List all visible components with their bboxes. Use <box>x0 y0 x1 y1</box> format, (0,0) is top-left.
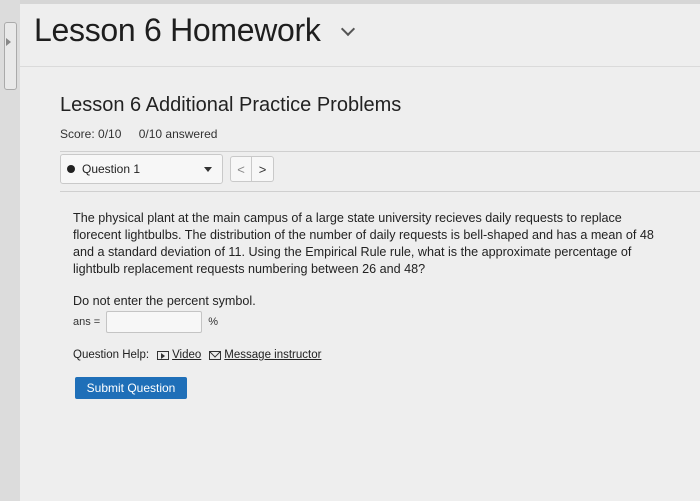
question-text: The physical plant at the main campus of… <box>73 211 654 276</box>
panel-handle[interactable] <box>4 22 17 90</box>
next-question-button[interactable]: > <box>252 156 274 182</box>
question-help-row: Question Help: Video Message instructor <box>73 349 321 361</box>
video-link-label: Video <box>172 349 202 361</box>
percent-unit: % <box>208 316 218 328</box>
filled-dot-icon <box>67 165 75 173</box>
answer-row: ans = % <box>73 311 218 333</box>
video-link[interactable]: Video <box>157 349 201 361</box>
previous-question-button[interactable]: < <box>230 156 252 182</box>
score-row: Score: 0/10 0/10 answered <box>60 127 217 141</box>
question-help-label: Question Help: <box>73 349 150 361</box>
chevron-down-icon <box>340 21 355 36</box>
divider <box>60 151 700 152</box>
caret-down-icon <box>204 167 212 172</box>
answer-label: ans = <box>73 316 101 328</box>
chevron-left-icon: < <box>237 161 245 177</box>
answered-count: 0/10 answered <box>138 127 218 141</box>
chevron-right-icon: > <box>258 161 267 177</box>
side-panel-toggle[interactable] <box>0 0 20 501</box>
message-link-label: Message instructor <box>224 349 322 361</box>
video-play-icon <box>157 350 170 360</box>
assignment-title-dropdown[interactable]: Lesson 6 Homework <box>34 12 355 49</box>
section-title: Lesson 6 Additional Practice Problems <box>60 94 402 116</box>
envelope-icon <box>209 350 222 360</box>
score-text: Score: 0/10 <box>60 127 122 141</box>
divider <box>60 191 700 192</box>
main-content: Lesson 6 Homework Lesson 6 Additional Pr… <box>20 4 700 501</box>
header-divider <box>20 66 700 67</box>
question-nav-bar: Question 1 < > <box>60 154 700 188</box>
expand-arrow-icon <box>6 38 11 46</box>
message-instructor-link[interactable]: Message instructor <box>209 349 321 361</box>
question-select[interactable]: Question 1 <box>60 154 223 184</box>
question-select-label: Question 1 <box>82 162 141 176</box>
answer-input[interactable] <box>106 311 203 333</box>
answer-instruction: Do not enter the percent symbol. <box>73 294 256 308</box>
page-title: Lesson 6 Homework <box>34 12 321 48</box>
submit-question-button[interactable]: Submit Question <box>75 377 187 399</box>
